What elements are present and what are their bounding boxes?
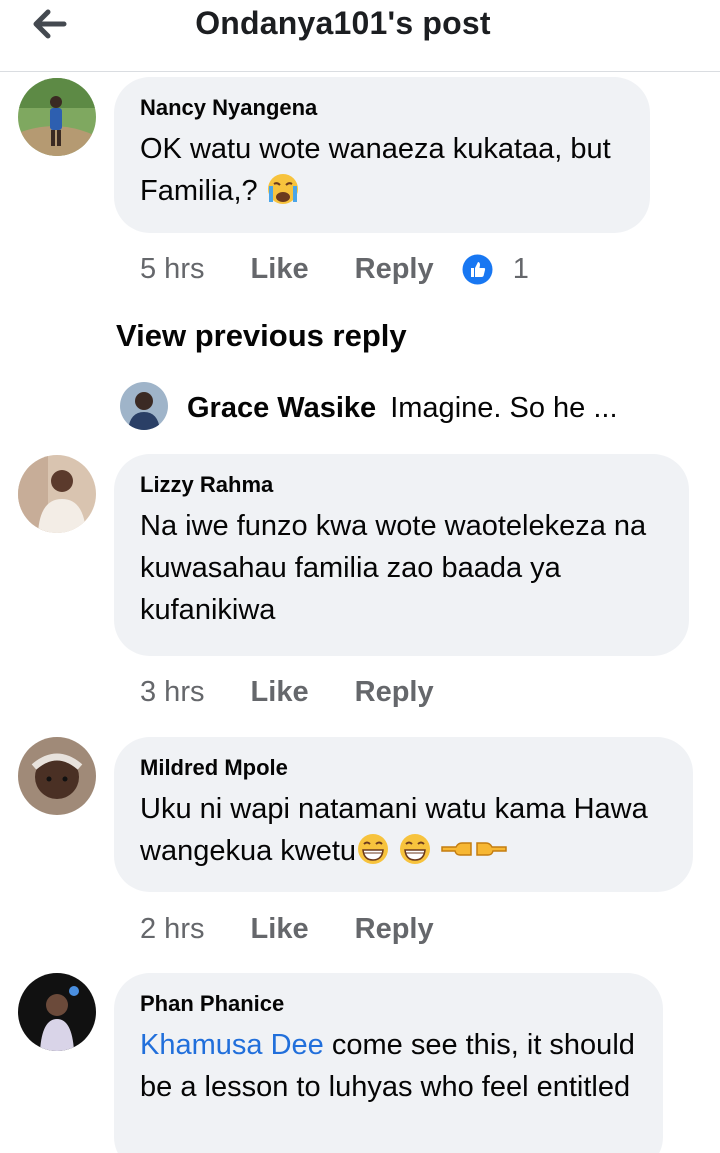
comment-author[interactable]: Nancy Nyangena xyxy=(140,94,626,122)
like-button[interactable]: Like xyxy=(251,909,309,949)
like-button[interactable]: Like xyxy=(251,672,309,712)
comment-meta: 5 hrs Like Reply 1 xyxy=(140,248,529,288)
page-title: Ondanya101's post xyxy=(195,5,491,41)
mention-link[interactable]: Khamusa Dee xyxy=(140,1029,324,1061)
grinning-face-icon xyxy=(356,832,390,866)
comment-text: Na iwe funzo kwa wote waotelekeza na kuw… xyxy=(140,510,647,626)
comment-bubble: Mildred Mpole Uku ni wapi natamani watu … xyxy=(114,737,693,892)
comment-bubble: Nancy Nyangena OK watu wote wanaeza kuka… xyxy=(114,77,650,233)
comment-text: Khamusa Dee come see this, it should be … xyxy=(140,1024,639,1108)
comment-meta: 2 hrs Like Reply xyxy=(140,908,434,948)
loudly-crying-face-icon xyxy=(266,172,300,206)
comment-bubble: Phan Phanice Khamusa Dee come see this, … xyxy=(114,973,663,1153)
comment-text: Uku ni wapi natamani watu kama Hawa wang… xyxy=(140,788,669,872)
right-pointing-hand-icon xyxy=(474,832,508,866)
comment-author[interactable]: Mildred Mpole xyxy=(140,754,669,782)
grinning-face-icon xyxy=(398,832,432,866)
reaction-count[interactable]: 1 xyxy=(513,249,529,289)
reply-snippet: Imagine. So he ... xyxy=(390,392,618,424)
comment-author[interactable]: Phan Phanice xyxy=(140,990,639,1018)
left-pointing-hand-icon xyxy=(440,832,474,866)
like-button[interactable]: Like xyxy=(251,249,309,289)
reply-button[interactable]: Reply xyxy=(355,672,434,712)
comment-time: 5 hrs xyxy=(140,253,205,286)
comment-time: 2 hrs xyxy=(140,913,205,946)
post-header: Ondanya101's post xyxy=(0,0,720,72)
avatar[interactable] xyxy=(18,455,96,533)
comment-text: OK watu wote wanaeza kukataa, but Famili… xyxy=(140,128,626,212)
reply-button[interactable]: Reply xyxy=(355,249,434,289)
avatar[interactable] xyxy=(18,973,96,1051)
comment-text-body: OK watu wote wanaeza kukataa, but Famili… xyxy=(140,133,611,207)
reply-button[interactable]: Reply xyxy=(355,909,434,949)
comment-time: 3 hrs xyxy=(140,676,205,709)
comment-author[interactable]: Lizzy Rahma xyxy=(140,471,665,499)
reply-author: Grace Wasike xyxy=(187,392,377,424)
view-previous-reply-link[interactable]: View previous reply xyxy=(116,318,407,354)
like-reaction-icon[interactable] xyxy=(462,254,493,285)
avatar[interactable] xyxy=(18,78,96,156)
comment-text-body: Uku ni wapi natamani watu kama Hawa wang… xyxy=(140,793,648,867)
comment-bubble: Lizzy Rahma Na iwe funzo kwa wote waotel… xyxy=(114,454,689,656)
avatar xyxy=(120,382,168,430)
comment-meta: 3 hrs Like Reply xyxy=(140,671,434,711)
avatar[interactable] xyxy=(18,737,96,815)
